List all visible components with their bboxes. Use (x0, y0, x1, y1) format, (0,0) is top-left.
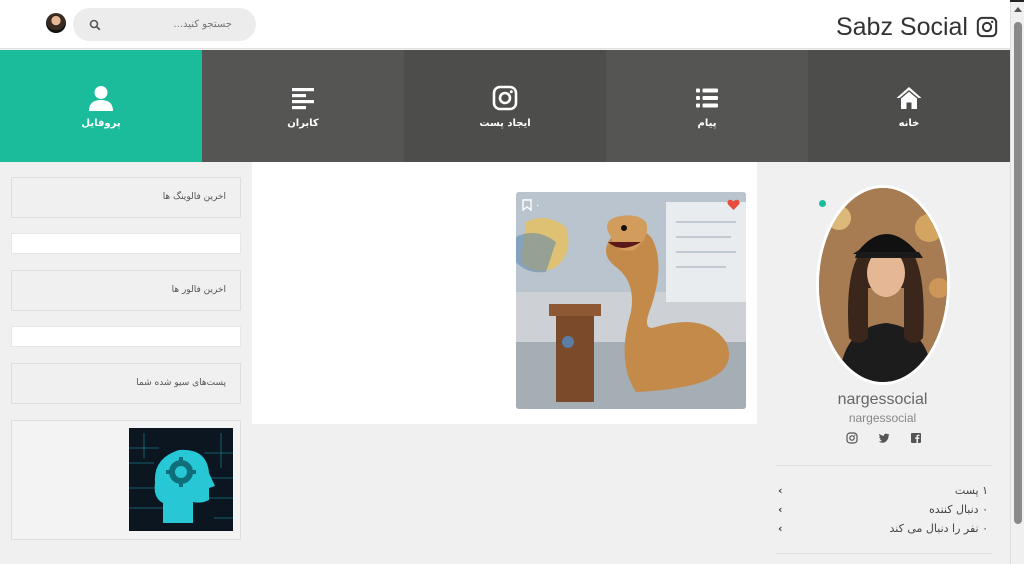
nav-messages[interactable]: پیام (606, 50, 808, 162)
online-status-dot (819, 200, 826, 207)
saved-post-thumbnail[interactable] (129, 428, 233, 531)
latest-followings-list (11, 233, 241, 254)
posts-area: ۰ ۰ (252, 162, 757, 424)
search-box[interactable] (73, 8, 256, 41)
saved-posts-box: پست‌های سیو شده شما (11, 363, 241, 404)
latest-followers-list (11, 326, 241, 347)
top-header: Sabz Social (0, 0, 1010, 49)
search-icon[interactable] (89, 19, 101, 31)
nav-users-label: کابران (287, 117, 319, 129)
bookmark-icon[interactable] (522, 199, 532, 211)
brand-name: Sabz Social (835, 12, 968, 41)
profile-username: nargessocial (848, 411, 917, 425)
chevron-left-icon: ‹ (778, 502, 783, 516)
chevron-left-icon: ‹ (778, 521, 783, 535)
stat-following[interactable]: ‹ ۰ نفر را دنبال می کند (778, 520, 988, 536)
save-control[interactable]: ۰ (522, 199, 540, 211)
twitter-icon[interactable] (878, 432, 890, 444)
latest-followers-box: اخرین فالور ها (11, 270, 241, 311)
stat-followers-label: ۰ دنبال کننده (929, 502, 988, 516)
post-image (516, 192, 746, 409)
nav-home-label: خانه (898, 117, 920, 129)
chevron-left-icon: ‹ (778, 483, 783, 497)
profile-divider-bottom (775, 553, 992, 554)
nav-profile-label: پروفایل (81, 117, 121, 129)
like-control[interactable]: ۰ (719, 199, 740, 211)
heart-icon[interactable] (727, 199, 740, 211)
nav-create-post-label: ایجاد پست (479, 117, 531, 129)
profile-picture (819, 188, 947, 382)
instagram-icon[interactable] (846, 432, 858, 444)
search-input[interactable] (101, 19, 240, 30)
brand[interactable]: Sabz Social (836, 12, 998, 42)
nav-messages-label: پیام (697, 117, 717, 129)
profile-name: nargessocial (837, 391, 928, 408)
stat-followers[interactable]: ‹ ۰ دنبال کننده (778, 501, 988, 517)
scroll-thumb[interactable] (1014, 22, 1022, 524)
list-icon (696, 88, 718, 107)
social-links (846, 432, 922, 444)
stat-posts[interactable]: ‹ ۱ پست (778, 482, 988, 498)
stat-following-label: ۰ نفر را دنبال می کند (889, 521, 988, 535)
vertical-scrollbar[interactable] (1010, 2, 1024, 564)
instagram-icon (976, 16, 998, 38)
instagram-icon (492, 85, 518, 110)
user-icon (89, 85, 113, 111)
scroll-up-arrow[interactable] (1014, 7, 1022, 12)
main-nav: پروفایل کابران ایجاد پست پیام خانه (0, 50, 1010, 162)
nav-users[interactable]: کابران (202, 50, 404, 162)
latest-followings-title: اخرین فالوینگ ها (162, 192, 226, 202)
stat-posts-label: ۱ پست (954, 483, 988, 497)
user-avatar[interactable] (46, 13, 66, 33)
latest-followers-title: اخرین فالور ها (171, 285, 226, 295)
nav-profile[interactable]: پروفایل (0, 50, 202, 162)
ai-head-image (129, 428, 233, 531)
latest-followings-box: اخرین فالوینگ ها (11, 177, 241, 218)
nav-create-post[interactable]: ایجاد پست (404, 50, 606, 162)
saved-posts-title: پست‌های سیو شده شما (136, 378, 226, 388)
save-count: ۰ (535, 199, 541, 211)
nav-home[interactable]: خانه (808, 50, 1010, 162)
profile-divider-top (775, 465, 992, 466)
post-card[interactable]: ۰ ۰ (516, 192, 746, 409)
like-count: ۰ (718, 199, 724, 211)
home-icon (896, 86, 922, 109)
align-left-icon (292, 87, 314, 109)
profile-photo[interactable] (816, 185, 950, 385)
post-overlay: ۰ ۰ (516, 199, 746, 211)
facebook-icon[interactable] (910, 432, 922, 444)
